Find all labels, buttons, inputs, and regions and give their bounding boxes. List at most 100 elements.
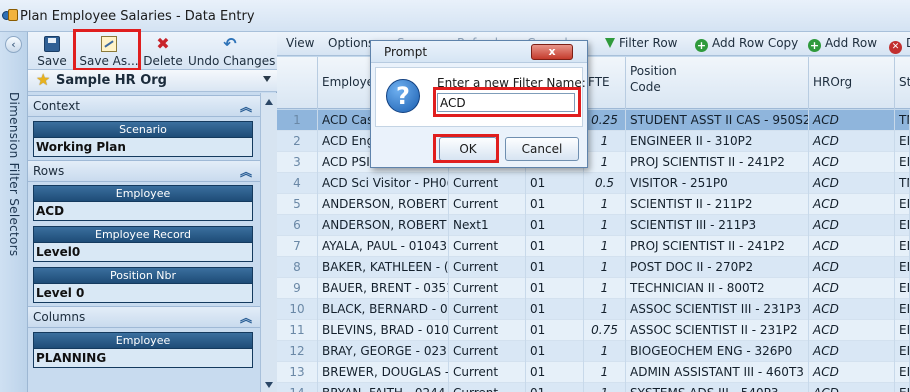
cell-hrorg[interactable]: ACD <box>809 278 895 299</box>
field-value[interactable]: Working Plan <box>33 138 253 157</box>
cell-hrorg[interactable]: ACD <box>809 194 895 215</box>
header-status[interactable]: St <box>895 57 910 109</box>
save-button[interactable]: Save <box>34 34 70 68</box>
cell-status[interactable]: EN <box>895 236 910 257</box>
collapse-panel-button[interactable]: ‹ <box>5 36 22 53</box>
cell-employee[interactable]: AYALA, PAUL - 01043 <box>318 236 449 257</box>
scroll-up-icon[interactable] <box>265 99 273 105</box>
options-menu[interactable]: Options <box>328 36 374 50</box>
cell-hrorg[interactable]: ACD <box>809 152 895 173</box>
section-columns[interactable]: Columns ︽ <box>28 306 260 328</box>
cell-fte[interactable]: 1 <box>584 383 626 392</box>
cell-position-code[interactable]: SCIENTIST III - 211P3 <box>626 215 809 236</box>
dropdown-arrow-icon[interactable] <box>263 76 271 82</box>
field-value[interactable]: PLANNING <box>33 349 253 368</box>
table-row[interactable]: 11 BLEVINS, BRAD - 010 Current 01 0.75 ASSOC … <box>277 320 910 341</box>
cell-hrorg[interactable]: ACD <box>809 131 895 152</box>
table-row[interactable]: 5 ANDERSON, ROBERT Current 01 1 SCIENTIST II … <box>277 194 910 215</box>
field-value[interactable]: Level0 <box>33 243 253 262</box>
cell-scenario[interactable]: Current <box>449 383 526 392</box>
table-row[interactable]: 13 BREWER, DOUGLAS - Current 01 1 ADMIN ASSIS… <box>277 362 910 383</box>
add-row-button[interactable]: + Add Row <box>808 36 877 52</box>
cell-fte[interactable]: 1 <box>584 278 626 299</box>
cell-status[interactable]: EN <box>895 215 910 236</box>
cell-position-code[interactable]: ADMIN ASSISTANT III - 460T3 <box>626 362 809 383</box>
cell-fte[interactable]: 0.25 <box>584 110 626 131</box>
cell-scenario[interactable]: Next1 <box>449 215 526 236</box>
delete-button[interactable]: ✖ Delete <box>143 34 183 69</box>
table-row[interactable]: 12 BRAY, GEORGE - 023: Current 01 1 BIOGEOCHE… <box>277 341 910 362</box>
cell-hrorg[interactable]: ACD <box>809 173 895 194</box>
cell-record[interactable]: 01 <box>526 215 584 236</box>
cell-fte[interactable]: 1 <box>584 152 626 173</box>
section-rows[interactable]: Rows ︽ <box>28 160 260 182</box>
cell-fte[interactable]: 1 <box>584 299 626 320</box>
cell-status[interactable]: EN <box>895 194 910 215</box>
cell-record[interactable]: 01 <box>526 236 584 257</box>
cell-record[interactable]: 01 <box>526 173 584 194</box>
filter-row-button[interactable]: Filter Row <box>605 36 678 50</box>
cell-employee[interactable]: BREWER, DOUGLAS - <box>318 362 449 383</box>
cell-employee[interactable]: ANDERSON, ROBERT <box>318 194 449 215</box>
cell-hrorg[interactable]: ACD <box>809 215 895 236</box>
cell-position-code[interactable]: TECHNICIAN II - 800T2 <box>626 278 809 299</box>
cell-scenario[interactable]: Current <box>449 173 526 194</box>
section-context[interactable]: Context ︽ <box>28 95 260 117</box>
cell-position-code[interactable]: SYSTEMS ADS III - 540P3 <box>626 383 809 392</box>
cell-fte[interactable]: 0.75 <box>584 320 626 341</box>
collapse-chevron-icon[interactable]: ︽ <box>240 98 252 115</box>
cell-hrorg[interactable]: ACD <box>809 257 895 278</box>
filter-panel-scrollbar[interactable] <box>260 93 277 392</box>
cell-employee[interactable]: BLEVINS, BRAD - 010 <box>318 320 449 341</box>
collapse-chevron-icon[interactable]: ︽ <box>240 163 252 180</box>
cell-scenario[interactable]: Current <box>449 341 526 362</box>
table-row[interactable]: 9 BAUER, BRENT - 0351 Current 01 1 TECHNICIAN… <box>277 278 910 299</box>
cell-scenario[interactable]: Current <box>449 257 526 278</box>
cell-record[interactable]: 01 <box>526 362 584 383</box>
cell-status[interactable]: EN <box>895 131 910 152</box>
cell-scenario[interactable]: Current <box>449 236 526 257</box>
cell-status[interactable]: EN <box>895 299 910 320</box>
cell-status[interactable]: TN <box>895 110 910 131</box>
cell-fte[interactable]: 1 <box>584 194 626 215</box>
cell-record[interactable]: 01 <box>526 194 584 215</box>
cell-fte[interactable]: 1 <box>584 131 626 152</box>
cell-position-code[interactable]: ASSOC SCIENTIST II - 231P2 <box>626 320 809 341</box>
scroll-down-icon[interactable] <box>265 382 273 388</box>
delete-row-button[interactable]: ✕De <box>889 36 910 54</box>
collapse-chevron-icon[interactable]: ︽ <box>240 309 252 326</box>
field-value[interactable]: ACD <box>33 202 253 221</box>
add-row-copy-button[interactable]: + Add Row Copy <box>695 36 798 52</box>
cell-status[interactable]: EN <box>895 152 910 173</box>
cell-hrorg[interactable]: ACD <box>809 236 895 257</box>
cancel-button[interactable]: Cancel <box>505 137 579 161</box>
cell-scenario[interactable]: Current <box>449 299 526 320</box>
cell-scenario[interactable]: Current <box>449 362 526 383</box>
cell-scenario[interactable]: Current <box>449 278 526 299</box>
cell-status[interactable]: EN <box>895 257 910 278</box>
cell-status[interactable]: TN <box>895 173 910 194</box>
cell-record[interactable]: 01 <box>526 299 584 320</box>
cell-record[interactable]: 01 <box>526 257 584 278</box>
undo-changes-button[interactable]: ↶ Undo Changes <box>188 34 275 69</box>
cell-fte[interactable]: 0.5 <box>584 173 626 194</box>
cell-fte[interactable]: 1 <box>584 236 626 257</box>
cell-record[interactable]: 01 <box>526 278 584 299</box>
table-row[interactable]: 4 ACD Sci Visitor - PH0(Current 01 0.5 VISIT… <box>277 173 910 194</box>
cell-position-code[interactable]: STUDENT ASST II CAS - 950S2 <box>626 110 809 131</box>
cell-hrorg[interactable]: ACD <box>809 320 895 341</box>
cell-fte[interactable]: 1 <box>584 362 626 383</box>
view-menu[interactable]: View <box>286 36 314 50</box>
cell-hrorg[interactable]: ACD <box>809 341 895 362</box>
cell-hrorg[interactable]: ACD <box>809 299 895 320</box>
cell-record[interactable]: 01 <box>526 320 584 341</box>
cell-scenario[interactable]: Current <box>449 320 526 341</box>
cell-employee[interactable]: BAUER, BRENT - 0351 <box>318 278 449 299</box>
table-row[interactable]: 7 AYALA, PAUL - 01043 Current 01 1 PROJ SCIEN… <box>277 236 910 257</box>
table-row[interactable]: 10 BLACK, BERNARD - 0 Current 01 1 ASSOC SCIE… <box>277 299 910 320</box>
cell-position-code[interactable]: POST DOC II - 270P2 <box>626 257 809 278</box>
cell-employee[interactable]: BRAY, GEORGE - 023: <box>318 341 449 362</box>
cell-position-code[interactable]: ENGINEER II - 310P2 <box>626 131 809 152</box>
org-selector[interactable]: ★ Sample HR Org <box>28 70 277 92</box>
cell-status[interactable]: EN <box>895 383 910 392</box>
